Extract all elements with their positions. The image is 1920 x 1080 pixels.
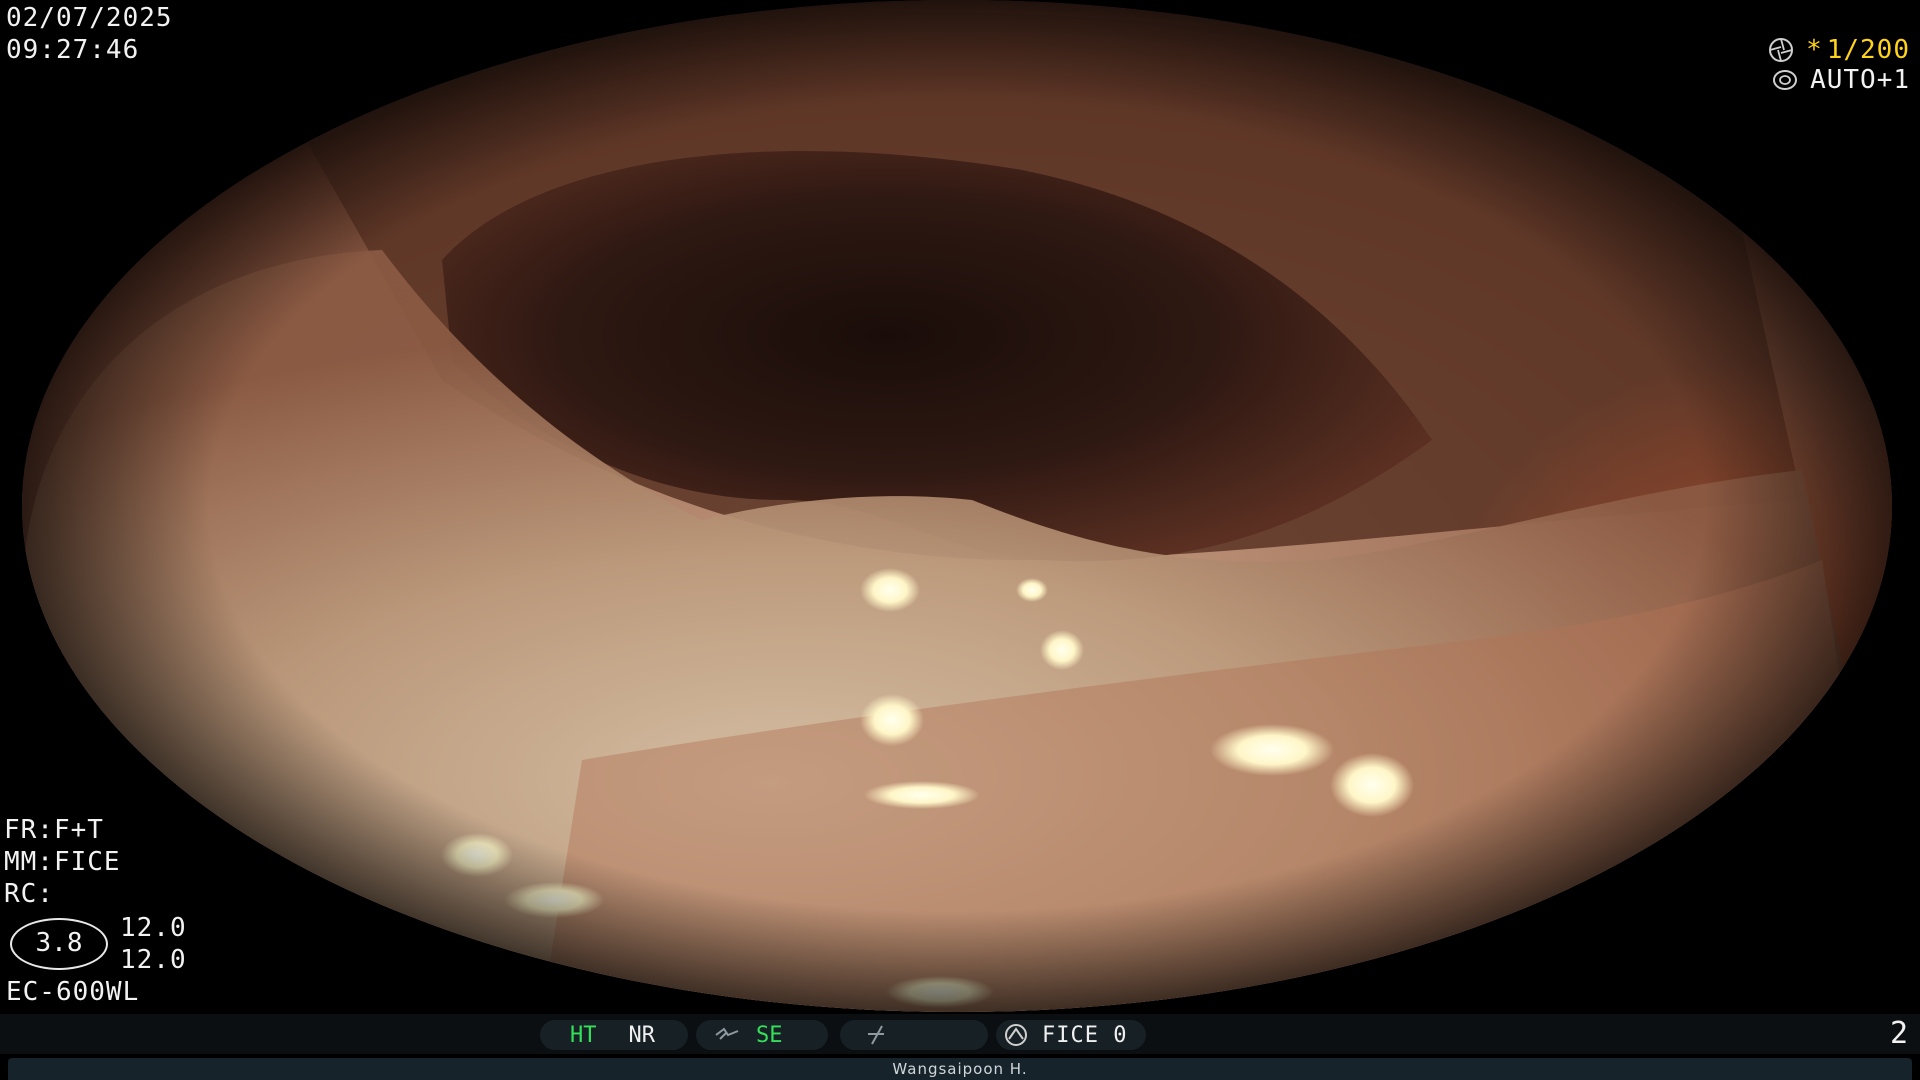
iris-icon	[1773, 70, 1798, 90]
exam-time: 09:27:46	[6, 35, 140, 65]
ht-label: HT	[570, 1022, 597, 1048]
se-indicator: SE	[696, 1020, 828, 1050]
fice-indicator: FICE 0	[996, 1020, 1146, 1050]
ratio-value: 3.8	[35, 928, 83, 958]
status-bar: HT NR SE FICE 0	[0, 1014, 1920, 1054]
filter-indicator	[840, 1020, 988, 1050]
value-2: 12.0	[120, 945, 187, 975]
shutter-icon	[1769, 38, 1794, 62]
fice-icon	[1005, 1024, 1027, 1046]
filter-icon	[868, 1025, 884, 1045]
se-label: SE	[756, 1022, 783, 1048]
iris-indicator: AUTO+1	[1772, 64, 1910, 96]
endoscopy-screen: 02/07/2025 09:27:46 * 1/200 AUTO+1 FR:F+…	[0, 0, 1920, 1080]
frame-label: FR:F+T	[4, 815, 104, 845]
scope-model: EC-600WL	[6, 977, 140, 1007]
se-icon	[715, 1027, 739, 1040]
mode-label: MM:FICE	[4, 847, 121, 877]
nr-label: NR	[628, 1022, 656, 1048]
rc-label: RC:	[4, 879, 54, 909]
ht-nr-indicator: HT NR	[540, 1020, 688, 1050]
shutter-speed: 1/200	[1826, 35, 1910, 65]
shutter-indicator: * 1/200	[1768, 34, 1910, 66]
colon-lumen-image	[22, 0, 1892, 1012]
fice-label: FICE 0	[1042, 1022, 1128, 1048]
endoscopic-image	[22, 0, 1892, 1012]
exam-date: 02/07/2025	[6, 3, 173, 33]
page-number: 2	[1889, 1016, 1908, 1051]
iris-mode: AUTO+1	[1810, 65, 1910, 95]
operator-name: Wangsaipoon H.	[892, 1060, 1028, 1078]
value-1: 12.0	[120, 913, 187, 943]
shutter-star: *	[1806, 35, 1823, 65]
